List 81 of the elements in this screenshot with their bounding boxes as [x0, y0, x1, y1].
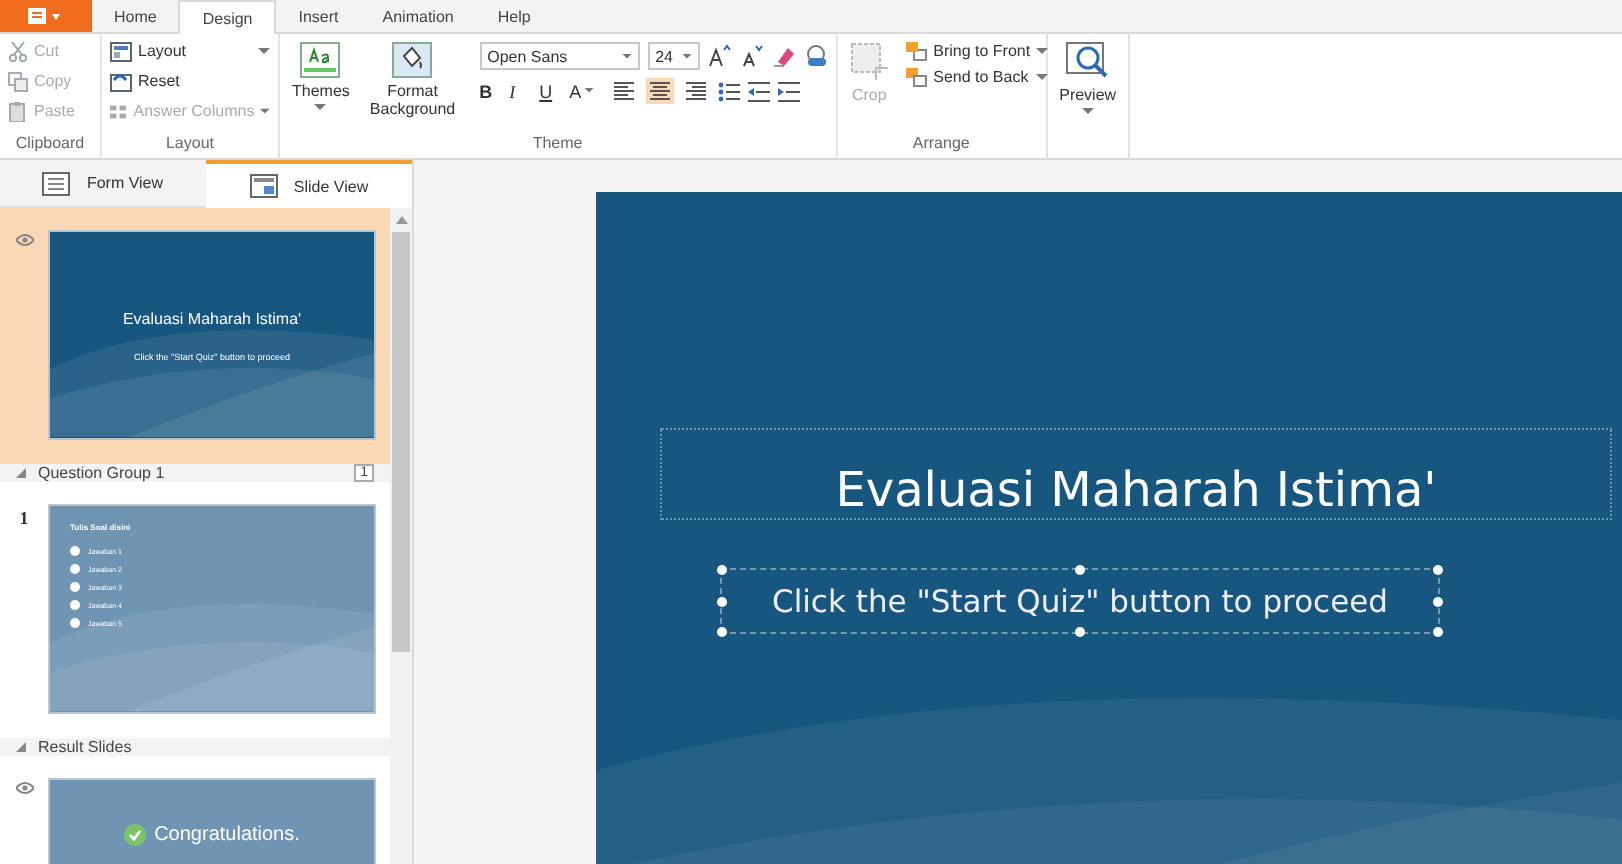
- caret-icon: [681, 53, 692, 59]
- resize-handle[interactable]: [1075, 565, 1085, 575]
- ribbon-tab[interactable]: Design: [178, 0, 277, 34]
- resize-handle[interactable]: [717, 596, 727, 606]
- font-size-dropdown[interactable]: 24: [647, 42, 700, 70]
- ribbon-button[interactable]: Layout: [110, 38, 270, 64]
- format-button[interactable]: A: [569, 81, 602, 101]
- title-textbox[interactable]: Evaluasi Maharah Istima': [660, 428, 1612, 520]
- format-button[interactable]: B: [479, 81, 502, 101]
- align-left-button[interactable]: [609, 78, 638, 104]
- group-header[interactable]: Result Slides: [0, 738, 390, 756]
- columns-icon: [110, 101, 128, 121]
- bring-front-icon: [905, 41, 928, 61]
- resize-handle[interactable]: [1075, 627, 1085, 637]
- menu-icon: [28, 8, 64, 24]
- thumbnail-title: Evaluasi Maharah Istima': [122, 309, 302, 327]
- check-icon: [124, 824, 147, 846]
- magnifier-icon: [1065, 42, 1110, 82]
- send-back-icon: [905, 67, 928, 87]
- clipboard-icon: [8, 101, 28, 121]
- align-right-button[interactable]: [681, 78, 710, 104]
- caret-icon: [621, 53, 632, 59]
- slide-subtitle: Click the "Start Quiz" button to proceed: [772, 583, 1388, 619]
- align-icon: [649, 82, 670, 100]
- scrollbar[interactable]: [390, 208, 412, 864]
- eraser-icon[interactable]: [771, 44, 796, 68]
- resize-handle[interactable]: [1433, 565, 1443, 575]
- list-icon: [42, 171, 71, 195]
- format-background-button[interactable]: Format Background: [365, 38, 460, 134]
- caret-icon: [1036, 73, 1049, 81]
- link-icon[interactable]: [803, 44, 828, 68]
- slide-icon: [249, 174, 278, 198]
- resize-handle[interactable]: [1433, 596, 1443, 606]
- group-label: Clipboard: [13, 134, 87, 156]
- copy-icon: [8, 71, 28, 91]
- resize-handle[interactable]: [1433, 627, 1443, 637]
- collapse-icon: [16, 742, 26, 752]
- eye-icon: [15, 234, 33, 246]
- format-button[interactable]: U: [539, 81, 562, 101]
- preview-button[interactable]: Preview: [1055, 38, 1121, 158]
- theme-swatch-icon: [300, 42, 341, 78]
- ribbon-tab[interactable]: Help: [475, 0, 553, 32]
- group-label: Theme: [530, 134, 585, 156]
- ribbon-tab[interactable]: Home: [92, 0, 179, 32]
- font-family-dropdown[interactable]: Open Sans: [479, 42, 640, 70]
- caret-icon: [583, 88, 594, 94]
- collapse-icon: [16, 468, 26, 478]
- slide-number: 1: [19, 508, 29, 532]
- application-menu-button[interactable]: [0, 0, 92, 32]
- themes-button[interactable]: Themes: [288, 38, 354, 134]
- align-icon: [685, 82, 706, 100]
- subtitle-textbox[interactable]: Click the "Start Quiz" button to proceed: [720, 568, 1440, 634]
- align-center-button[interactable]: [645, 78, 674, 104]
- reset-icon: [110, 71, 132, 91]
- increase-indent-icon[interactable]: [777, 81, 800, 101]
- group-label: Layout: [163, 134, 217, 156]
- group-label: Arrange: [910, 134, 972, 156]
- caret-icon: [314, 104, 327, 112]
- decrease-indent-icon[interactable]: [747, 81, 770, 101]
- align-icon: [613, 82, 634, 100]
- resize-handle[interactable]: [717, 627, 727, 637]
- layout-icon: [110, 41, 132, 61]
- shrink-font-icon[interactable]: [739, 44, 764, 68]
- view-tab[interactable]: Form View: [0, 160, 206, 208]
- caret-icon: [1036, 47, 1049, 55]
- paint-bucket-icon: [392, 42, 433, 78]
- ribbon-tab[interactable]: Animation: [360, 0, 476, 32]
- grow-font-icon[interactable]: [707, 44, 732, 68]
- eye-icon: [15, 782, 33, 794]
- ribbon-button[interactable]: Bring to Front: [905, 38, 1049, 64]
- ribbon-button[interactable]: Reset: [110, 68, 270, 94]
- caret-icon: [1081, 108, 1094, 116]
- bullet-list-icon[interactable]: [717, 81, 740, 101]
- ribbon-tab[interactable]: Insert: [276, 0, 361, 32]
- resize-handle[interactable]: [717, 565, 727, 575]
- thumbnail-title: Congratulations.: [154, 824, 300, 846]
- format-button[interactable]: I: [509, 81, 532, 101]
- crop-icon: [849, 42, 890, 82]
- scissors-icon: [8, 41, 28, 61]
- slide-title: Evaluasi Maharah Istima': [835, 462, 1437, 518]
- ribbon-button[interactable]: Send to Back: [905, 64, 1049, 90]
